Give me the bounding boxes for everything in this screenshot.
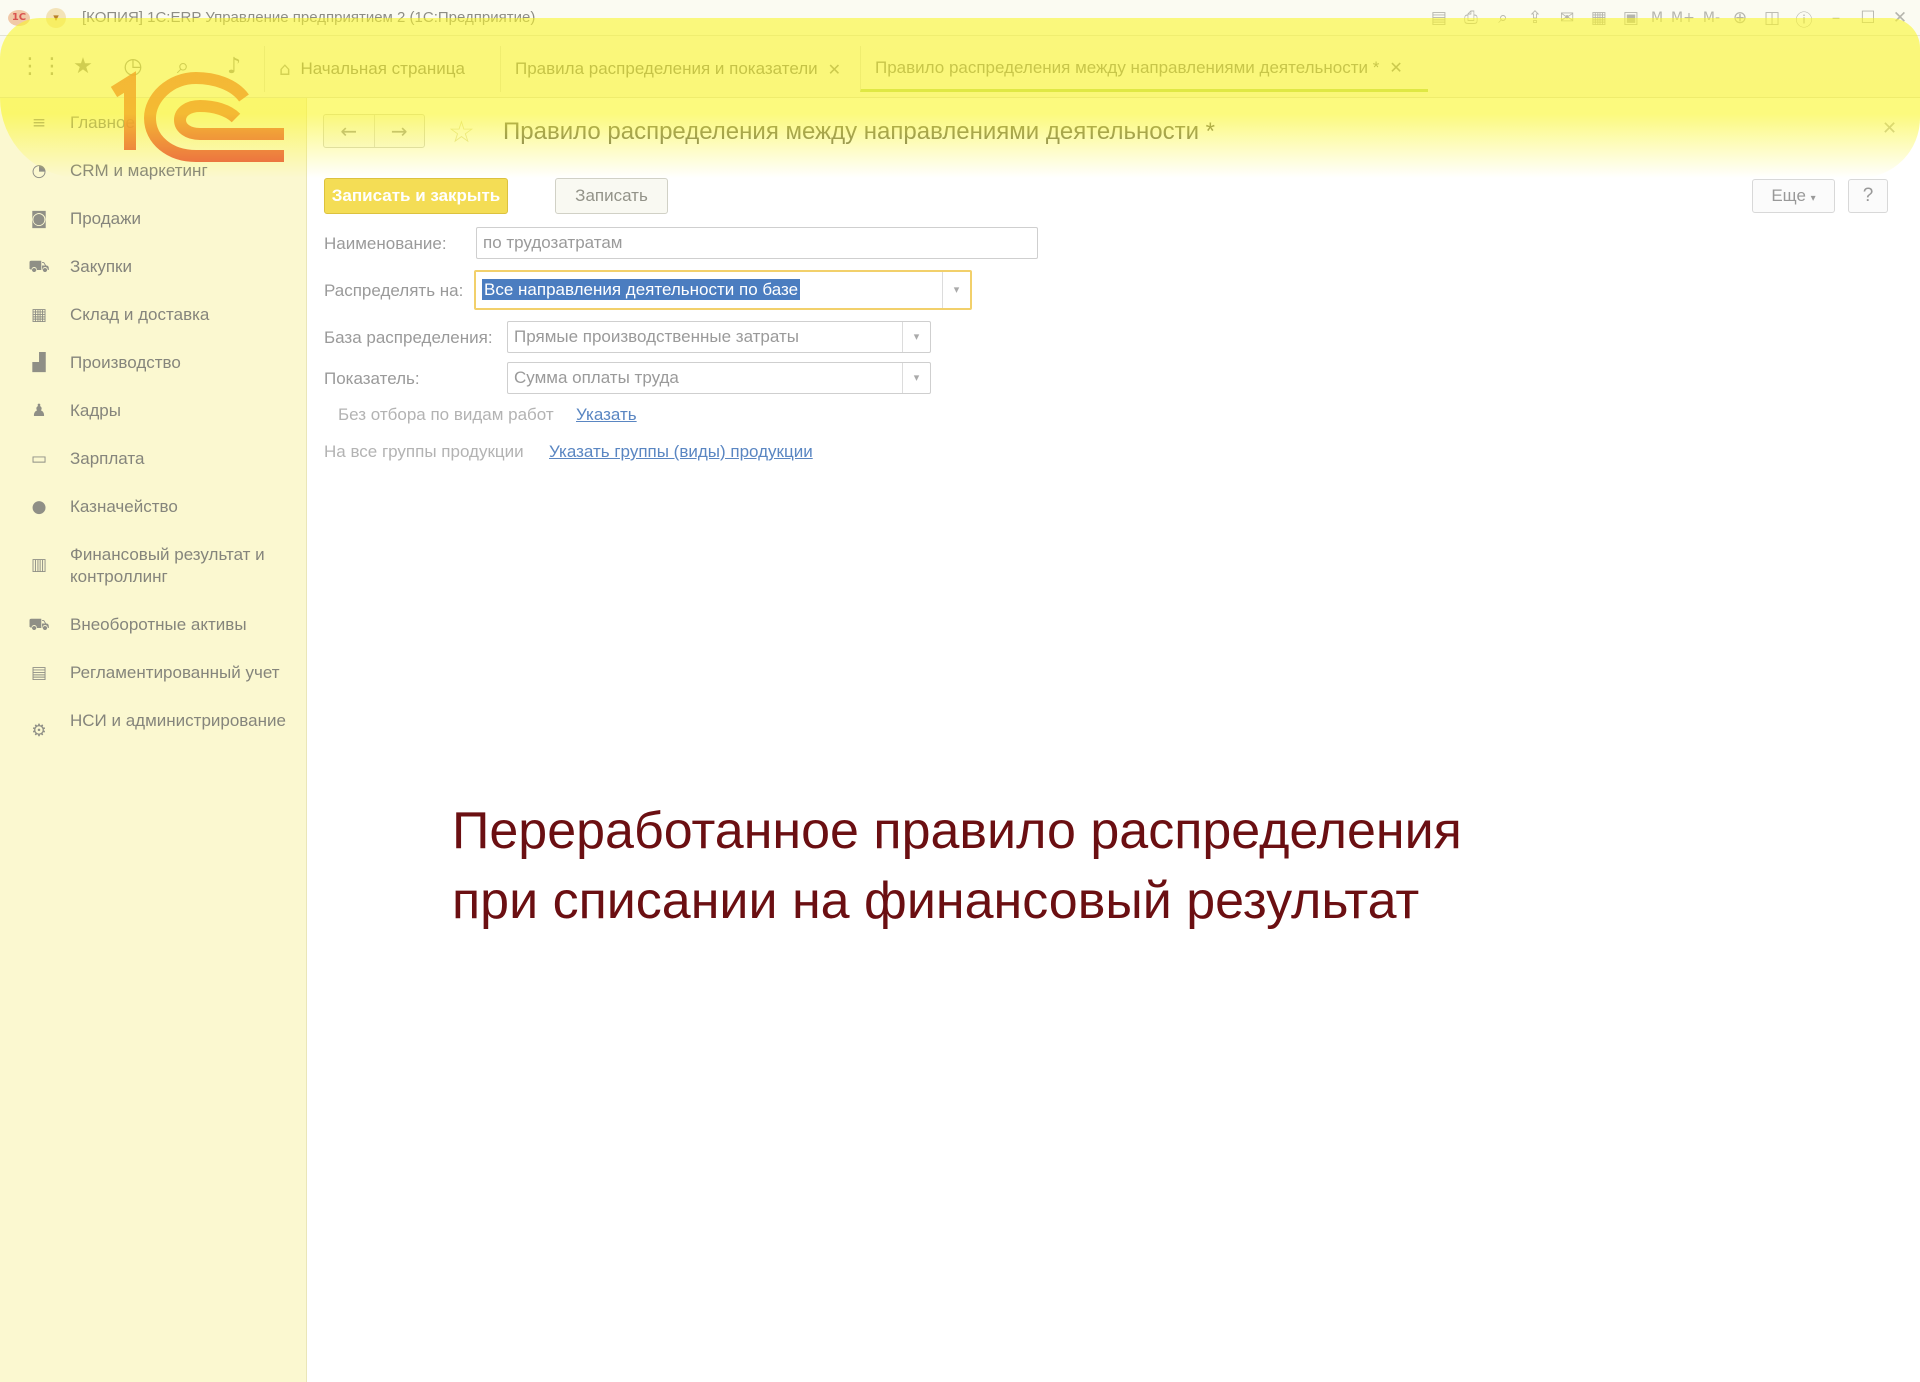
save-and-close-button[interactable]: Записать и закрыть bbox=[324, 178, 508, 214]
memory-minus-button[interactable]: M- bbox=[1703, 10, 1720, 26]
work-filter-text: Без отбора по видам работ bbox=[338, 405, 554, 424]
ruble-coin-icon: ● bbox=[31, 497, 47, 517]
base-label: База распределения: bbox=[324, 328, 493, 347]
form-title: Правило распределения между направлениям… bbox=[503, 118, 1215, 145]
name-label: Наименование: bbox=[324, 234, 447, 253]
memory-button[interactable]: M bbox=[1651, 10, 1663, 26]
more-label: Еще bbox=[1771, 186, 1806, 205]
distribute-value: Все направления деятельности по базе bbox=[482, 279, 801, 300]
name-field[interactable]: по трудозатратам bbox=[476, 227, 1038, 259]
panels-icon[interactable]: ◫ bbox=[1760, 8, 1784, 28]
calendar-icon[interactable]: ▣ bbox=[1619, 8, 1643, 28]
bar-chart-icon: ▥ bbox=[30, 555, 48, 575]
more-button[interactable]: Еще ▾ bbox=[1752, 179, 1835, 213]
dropdown-arrow-icon[interactable]: ▾ bbox=[942, 272, 970, 308]
title-bar: 1С ▾ [КОПИЯ] 1С:ERP Управление предприят… bbox=[0, 0, 1920, 36]
mail-icon[interactable]: ✉ bbox=[1555, 8, 1579, 28]
save-icon[interactable]: ▤ bbox=[1427, 8, 1451, 28]
memory-plus-button[interactable]: M+ bbox=[1671, 10, 1695, 26]
product-groups-text: На все группы продукции bbox=[324, 442, 524, 461]
1c-logo-icon bbox=[110, 71, 284, 162]
tab-label: Правило распределения между направлениям… bbox=[875, 57, 1380, 77]
chevron-down-icon: ▾ bbox=[1810, 193, 1816, 204]
menu-lines-icon: ≡ bbox=[31, 113, 47, 133]
preview-icon[interactable]: ⌕ bbox=[1491, 8, 1515, 28]
help-button[interactable]: ? bbox=[1848, 179, 1888, 213]
save-button[interactable]: Записать bbox=[555, 178, 668, 214]
apps-grid-icon[interactable]: ⋮⋮ bbox=[19, 54, 63, 80]
title-toolbar: ▤ ⎙ ⌕ ⇪ ✉ ▦ ▣ M M+ M- ⊕ ◫ ⓘ – ☐ ✕ bbox=[1427, 0, 1912, 36]
factory-icon: ▟ bbox=[32, 353, 46, 373]
caption-line-1: Переработанное правило распределения bbox=[452, 802, 1462, 860]
tab-distribution-rules[interactable]: Правила распределения и показатели ✕ bbox=[500, 46, 860, 92]
table-icon[interactable]: ▦ bbox=[1587, 8, 1611, 28]
sections-sidebar: ≡ Главное ◔ CRM и маркетинг ◙ Продажи ⛟ … bbox=[0, 98, 307, 1382]
slide-caption: Переработанное правило распределения при… bbox=[452, 796, 1752, 936]
product-groups-link[interactable]: Указать группы (виды) продукции bbox=[549, 442, 813, 462]
pie-chart-icon: ◔ bbox=[31, 161, 47, 181]
tab-label: Начальная страница bbox=[300, 59, 465, 78]
cart-icon: ⛟ bbox=[28, 257, 50, 277]
info-icon[interactable]: ⓘ bbox=[1792, 6, 1816, 31]
person-icon: ♟ bbox=[31, 401, 47, 421]
favorites-star-icon[interactable]: ★ bbox=[70, 54, 96, 80]
distribute-label: Распределять на: bbox=[324, 281, 464, 300]
favorite-star-icon[interactable]: ☆ bbox=[448, 115, 475, 150]
app-logo-icon: 1С bbox=[8, 9, 30, 26]
export-icon[interactable]: ⇪ bbox=[1523, 8, 1547, 28]
indicator-value: Сумма оплаты труда bbox=[514, 368, 679, 387]
tab-distribution-rule[interactable]: Правило распределения между направлениям… bbox=[860, 46, 1428, 92]
calculator-icon: ▤ bbox=[30, 663, 48, 683]
warehouse-grid-icon: ▦ bbox=[30, 305, 48, 325]
base-field[interactable]: Прямые производственные затраты ▾ bbox=[507, 321, 931, 353]
truck-icon: ⛟ bbox=[28, 615, 50, 635]
gear-icon: ⚙ bbox=[31, 721, 47, 741]
tab-home[interactable]: ⌂ Начальная страница bbox=[264, 46, 500, 92]
maximize-icon[interactable]: ☐ bbox=[1856, 8, 1880, 28]
main-menu-icon[interactable]: ▾ bbox=[46, 7, 66, 28]
print-icon[interactable]: ⎙ bbox=[1459, 8, 1483, 28]
history-navigation: ← → bbox=[323, 114, 425, 148]
close-tab-icon[interactable]: ✕ bbox=[828, 60, 841, 79]
indicator-field[interactable]: Сумма оплаты труда ▾ bbox=[507, 362, 931, 394]
card-icon: ▭ bbox=[30, 449, 48, 469]
dropdown-arrow-icon[interactable]: ▾ bbox=[902, 322, 930, 352]
close-tab-icon[interactable]: ✕ bbox=[1389, 58, 1402, 77]
zoom-icon[interactable]: ⊕ bbox=[1728, 8, 1752, 28]
tab-label: Правила распределения и показатели bbox=[515, 59, 818, 78]
minimize-icon[interactable]: – bbox=[1824, 8, 1848, 28]
indicator-label: Показатель: bbox=[324, 369, 420, 388]
work-filter-link[interactable]: Указать bbox=[576, 405, 637, 425]
caption-line-2: при списании на финансовый результат bbox=[452, 872, 1420, 930]
dropdown-arrow-icon[interactable]: ▾ bbox=[902, 363, 930, 393]
application-window: 1С ▾ [КОПИЯ] 1С:ERP Управление предприят… bbox=[0, 0, 1920, 1382]
shopping-bag-icon: ◙ bbox=[30, 209, 48, 229]
back-arrow-icon[interactable]: ← bbox=[324, 115, 375, 147]
close-form-icon[interactable]: ✕ bbox=[1882, 118, 1897, 139]
base-value: Прямые производственные затраты bbox=[514, 327, 799, 346]
close-window-icon[interactable]: ✕ bbox=[1888, 8, 1912, 28]
window-title: [КОПИЯ] 1С:ERP Управление предприятием 2… bbox=[82, 9, 536, 26]
forward-arrow-icon[interactable]: → bbox=[375, 115, 425, 147]
distribute-field[interactable]: Все направления деятельности по базе ▾ bbox=[474, 270, 972, 310]
